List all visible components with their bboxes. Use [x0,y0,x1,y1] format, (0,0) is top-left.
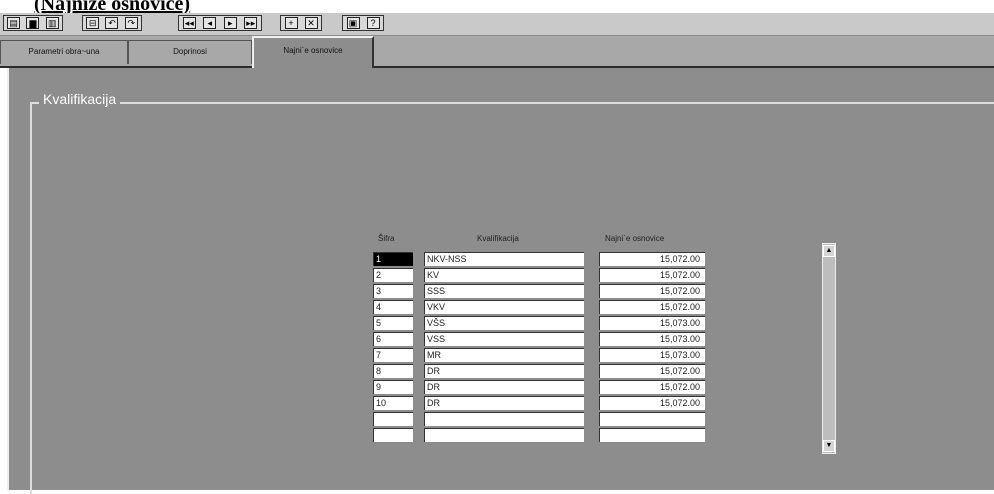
next-record-icon[interactable]: ▸ [223,17,237,29]
previous-record-icon[interactable]: ◂ [203,17,217,29]
toolbar: ▤ ▆ ▥ ⊟ ↶ ↷ ◂◂ ◂ ▸ ▸▸ + ✕ ▣ ? [0,13,994,36]
kvalifikacija-field[interactable] [424,412,584,426]
print-icon[interactable]: ▤ [7,17,21,29]
window-icon[interactable]: ▣ [346,17,360,29]
osnovica-field[interactable]: 15,072.00 [599,300,705,314]
kvalifikacija-field[interactable]: DR [424,364,584,378]
page-caption: (Najniže osnovice) [34,0,191,15]
sifra-field[interactable] [373,412,413,426]
vertical-scrollbar[interactable]: ▲ ▼ [822,243,836,454]
tab-parametri[interactable]: Parametri obra~una [0,40,128,64]
sifra-field[interactable]: 6 [373,332,413,346]
toolbar-group-navigation: ◂◂ ◂ ▸ ▸▸ [178,15,262,31]
kvalifikacija-field[interactable] [424,428,584,442]
insert-record-icon[interactable]: + [284,17,298,29]
kvalifikacija-field[interactable]: VKV [424,300,584,314]
osnovica-field[interactable]: 15,072.00 [599,380,705,394]
toolbar-group-file: ▤ ▆ ▥ [3,15,63,31]
kvalifikacija-field[interactable]: SSS [424,284,584,298]
delete-record-icon[interactable]: ✕ [304,17,318,29]
last-record-icon[interactable]: ▸▸ [244,17,258,29]
kvalifikacija-field[interactable]: VŠS [424,316,584,330]
osnovica-field[interactable]: 15,073.00 [599,332,705,346]
toolbar-group-records: + ✕ [280,15,322,31]
osnovica-field[interactable] [599,428,705,442]
tab-doprinosi[interactable]: Doprinosi [128,40,252,64]
save-icon[interactable]: ▆ [26,17,40,29]
osnovica-field[interactable]: 15,073.00 [599,348,705,362]
exit-icon[interactable]: ▥ [45,17,59,29]
undo-icon[interactable]: ↶ [105,17,119,29]
sifra-field[interactable] [373,428,413,442]
scroll-up-icon[interactable]: ▲ [823,245,835,257]
group-title: Kvalifikacija [39,91,121,107]
osnovica-field[interactable]: 15,072.00 [599,252,705,266]
query-icon[interactable]: ⊟ [86,17,100,29]
sifra-field[interactable]: 9 [373,380,413,394]
sifra-field[interactable]: 1 [373,252,413,266]
toolbar-group-help: ▣ ? [342,15,384,31]
sifra-field[interactable]: 10 [373,396,413,410]
first-record-icon[interactable]: ◂◂ [182,17,196,29]
header-kvalifikacija: Kvalifikacija [477,234,519,243]
header-najnize-osnovice: Najni`e osnovice [605,234,665,243]
tab-najnize-osnovice[interactable]: Najni`e osnovice [252,36,374,68]
help-icon[interactable]: ? [366,17,380,29]
sifra-field[interactable]: 3 [373,284,413,298]
osnovica-field[interactable]: 15,073.00 [599,316,705,330]
tab-panel: Kvalifikacija Šifra Kvalifikacija Najni`… [7,68,994,494]
osnovica-field[interactable]: 15,072.00 [599,284,705,298]
header-sifra: Šifra [378,234,395,243]
toolbar-group-edit: ⊟ ↶ ↷ [82,15,142,31]
sifra-field[interactable]: 5 [373,316,413,330]
osnovica-field[interactable]: 15,072.00 [599,364,705,378]
sifra-field[interactable]: 2 [373,268,413,282]
sifra-field[interactable]: 4 [373,300,413,314]
kvalifikacija-field[interactable]: DR [424,380,584,394]
sifra-field[interactable]: 7 [373,348,413,362]
osnovica-field[interactable]: 15,072.00 [599,396,705,410]
kvalifikacija-field[interactable]: DR [424,396,584,410]
kvalifikacija-field[interactable]: NKV-NSS [424,252,584,266]
osnovica-field[interactable] [599,412,705,426]
kvalifikacija-field[interactable]: KV [424,268,584,282]
scroll-down-icon[interactable]: ▼ [823,440,835,452]
kvalifikacija-field[interactable]: MR [424,348,584,362]
redo-icon[interactable]: ↷ [124,17,138,29]
osnovica-field[interactable]: 15,072.00 [599,268,705,282]
sifra-field[interactable]: 8 [373,364,413,378]
tab-bar: Parametri obra~una Doprinosi Najni`e osn… [0,36,994,68]
kvalifikacija-field[interactable]: VSS [424,332,584,346]
